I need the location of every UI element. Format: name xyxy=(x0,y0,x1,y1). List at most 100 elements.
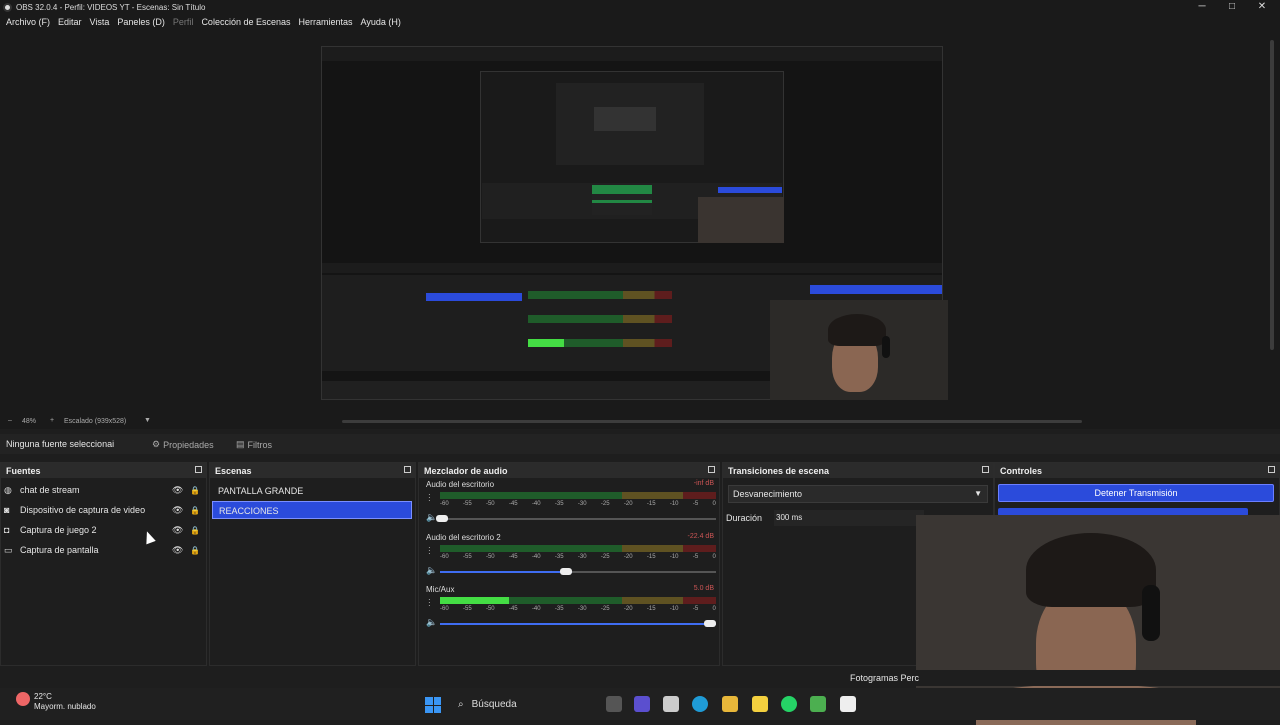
duration-label: Duración xyxy=(726,513,763,523)
whatsapp-icon[interactable] xyxy=(781,696,797,712)
preview-vertical-scrollbar[interactable] xyxy=(1270,40,1274,350)
volume-slider[interactable] xyxy=(440,568,716,575)
task-view-icon[interactable] xyxy=(606,696,622,712)
channel-menu-icon[interactable]: · · · xyxy=(428,544,431,558)
tick-label: -55 xyxy=(462,554,472,560)
chevron-down-icon: ▼ xyxy=(974,489,982,498)
menu-editar[interactable]: Editar xyxy=(54,15,86,33)
close-button[interactable]: ✕ xyxy=(1254,1,1270,14)
lock-icon[interactable]: 🔒 xyxy=(190,526,200,535)
properties-button[interactable]: ⚙ Propiedades xyxy=(148,437,218,452)
lock-icon[interactable]: 🔒 xyxy=(190,546,200,555)
menu-perfil[interactable]: Perfil xyxy=(169,15,198,33)
edge-icon[interactable] xyxy=(692,696,708,712)
minimize-button[interactable]: ─ xyxy=(1194,1,1210,14)
tick-label: -5 xyxy=(692,501,699,507)
level-meter xyxy=(440,492,716,499)
eye-icon[interactable]: 👁 xyxy=(172,485,183,496)
tick-label: 0 xyxy=(712,554,716,560)
chevron-down-icon[interactable]: ▼ xyxy=(144,417,151,424)
source-item[interactable]: ◙ Dispositivo de captura de video 👁 🔒 xyxy=(4,501,202,519)
zoom-out-button[interactable]: – xyxy=(8,417,12,424)
browser-icon: ◍ xyxy=(4,485,12,495)
windows-start-icon[interactable] xyxy=(425,697,441,713)
volume-slider[interactable] xyxy=(436,515,716,522)
dock-popout-icon[interactable] xyxy=(708,466,715,473)
title-bar: OBS 32.0.4 - Perfil: VIDEOS YT - Escenas… xyxy=(0,0,1280,15)
weather-icon[interactable] xyxy=(16,692,30,706)
tick-label: -60 xyxy=(440,501,449,507)
mixer-title: Mezclador de audio xyxy=(424,466,508,476)
controls-title: Controles xyxy=(1000,466,1043,476)
tick-label: -5 xyxy=(692,606,699,612)
context-bar: Ninguna fuente seleccionai ⚙ Propiedades… xyxy=(0,434,1280,454)
weather-widget[interactable]: 22°C Mayorm. nublado xyxy=(34,692,96,712)
taskbar-search[interactable]: ⌕ Búsqueda xyxy=(452,692,592,716)
chrome-icon[interactable] xyxy=(810,696,826,712)
file-explorer-icon[interactable] xyxy=(722,696,738,712)
source-item[interactable]: ◘ Captura de juego 2 👁 🔒 xyxy=(4,521,202,539)
menu-herramientas[interactable]: Herramientas xyxy=(295,15,357,33)
menu-coleccion[interactable]: Colección de Escenas xyxy=(197,15,294,33)
transitions-title: Transiciones de escena xyxy=(728,466,830,476)
sticky-notes-icon[interactable] xyxy=(752,696,768,712)
dock-popout-icon[interactable] xyxy=(195,466,202,473)
menu-archivo[interactable]: Archivo (F) xyxy=(2,15,54,33)
channel-name: Mic/Aux xyxy=(426,585,455,594)
volume-knob[interactable] xyxy=(704,620,716,627)
media-icon[interactable] xyxy=(663,696,679,712)
duration-input[interactable]: 300 ms xyxy=(774,510,924,526)
eye-icon[interactable]: 👁 xyxy=(172,545,183,556)
tick-label: -10 xyxy=(669,501,679,507)
speaker-icon[interactable]: 🔈 xyxy=(426,617,437,628)
eye-icon[interactable]: 👁 xyxy=(172,505,183,516)
channel-menu-icon[interactable]: · · · xyxy=(428,596,431,610)
mixer-dock-header: Mezclador de audio xyxy=(419,463,719,478)
source-item[interactable]: ▭ Captura de pantalla 👁 🔒 xyxy=(4,541,202,559)
volume-knob[interactable] xyxy=(560,568,573,575)
tick-label: -15 xyxy=(646,606,656,612)
tick-label: -60 xyxy=(440,554,449,560)
volume-knob[interactable] xyxy=(436,515,449,522)
stop-streaming-button[interactable]: Detener Transmisión xyxy=(998,484,1274,502)
maximize-button[interactable]: □ xyxy=(1224,1,1240,14)
eye-icon[interactable]: 👁 xyxy=(172,525,183,536)
tick-label: -50 xyxy=(485,606,495,612)
speaker-icon[interactable]: 🔈 xyxy=(426,565,437,576)
teams-icon[interactable] xyxy=(634,696,650,712)
lock-icon[interactable]: 🔒 xyxy=(190,506,200,515)
scene-item-selected[interactable]: REACCIONES xyxy=(212,501,412,519)
menu-paneles[interactable]: Paneles (D) xyxy=(113,15,169,33)
controls-dock-header: Controles xyxy=(995,463,1279,478)
tick-label: -45 xyxy=(508,606,518,612)
channel-menu-icon[interactable]: · · · xyxy=(428,491,431,505)
tick-label: -20 xyxy=(623,554,633,560)
transition-select[interactable]: Desvanecimiento ▼ xyxy=(728,485,988,503)
transition-selected-label: Desvanecimiento xyxy=(733,489,803,499)
obs-taskbar-icon[interactable] xyxy=(840,696,856,712)
filters-button[interactable]: ▤ Filtros xyxy=(232,437,276,452)
tick-label: -40 xyxy=(531,554,541,560)
lock-icon[interactable]: 🔒 xyxy=(190,486,200,495)
dock-popout-icon[interactable] xyxy=(404,466,411,473)
mixer-channel: Audio del escritorio 2 -22.4 dB · · · -60 -55 -… xyxy=(424,533,716,581)
filters-label: Filtros xyxy=(247,439,273,450)
search-icon: ⌕ xyxy=(458,698,464,710)
source-item[interactable]: ◍ chat de stream 👁 🔒 xyxy=(4,481,202,499)
properties-label: Propiedades xyxy=(163,439,214,450)
tick-label: -55 xyxy=(462,606,472,612)
scene-item[interactable]: PANTALLA GRANDE xyxy=(212,482,412,500)
tick-label: -25 xyxy=(600,501,610,507)
mixer-channel: Mic/Aux 5.0 dB · · · -60 -55 -50 -45 -40 -35 -30 -25… xyxy=(424,585,716,633)
zoom-in-button[interactable]: + xyxy=(50,417,54,424)
preview-horizontal-scrollbar[interactable] xyxy=(342,420,1082,423)
level-meter xyxy=(440,597,716,604)
menu-ayuda[interactable]: Ayuda (H) xyxy=(357,15,405,33)
volume-slider[interactable] xyxy=(440,620,716,627)
tick-label: -5 xyxy=(692,554,699,560)
tick-label: -35 xyxy=(554,606,564,612)
dock-popout-icon[interactable] xyxy=(1268,466,1275,473)
menu-vista[interactable]: Vista xyxy=(86,15,114,33)
tick-label: -60 xyxy=(440,606,449,612)
dock-popout-icon[interactable] xyxy=(982,466,989,473)
